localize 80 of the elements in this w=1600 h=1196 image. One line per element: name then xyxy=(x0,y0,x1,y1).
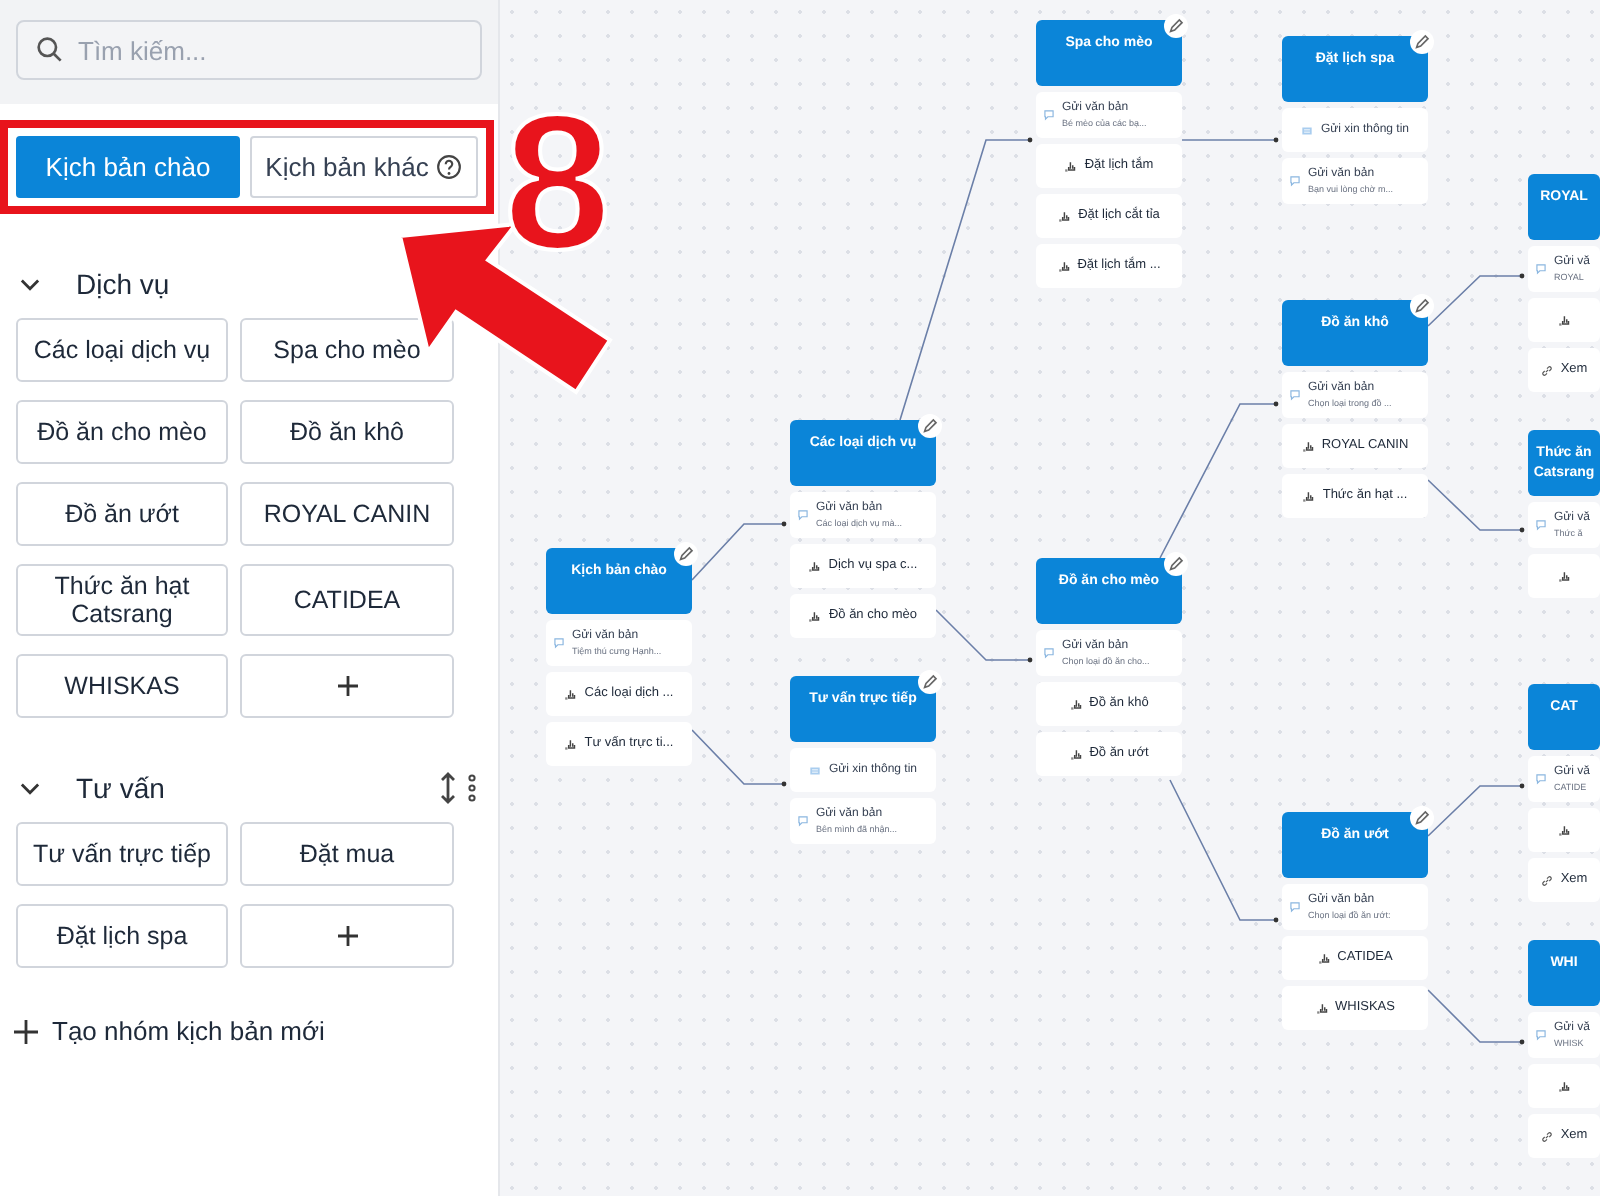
link-icon xyxy=(1540,873,1555,887)
chat-icon xyxy=(796,814,810,828)
script-button[interactable]: Tư vấn trực tiếp xyxy=(16,822,228,886)
click-icon xyxy=(808,559,823,573)
script-button[interactable]: CATIDEA xyxy=(240,564,454,636)
tab[interactable]: Kịch bản chào xyxy=(16,136,240,198)
edit-icon[interactable] xyxy=(674,542,698,566)
tab[interactable]: Kịch bản khác xyxy=(250,136,478,198)
click-icon xyxy=(1057,259,1072,273)
form-icon xyxy=(1300,123,1315,137)
more-icon[interactable] xyxy=(466,774,478,802)
click-icon xyxy=(1557,823,1571,837)
connector-line xyxy=(935,609,1033,663)
chat-icon xyxy=(1288,900,1302,914)
connector-line xyxy=(1427,273,1525,327)
connector-line xyxy=(1427,479,1525,533)
annotation-number: 8 xyxy=(504,88,611,280)
edit-icon[interactable] xyxy=(918,414,942,438)
node-row[interactable] xyxy=(1528,1064,1600,1108)
click-icon xyxy=(808,609,823,623)
chat-icon xyxy=(552,636,566,650)
script-button[interactable]: Spa cho mèo xyxy=(240,318,454,382)
edit-icon[interactable] xyxy=(1410,30,1434,54)
script-button[interactable]: Đặt lịch spa xyxy=(16,904,228,968)
click-icon xyxy=(1315,1001,1329,1015)
group-title: Dịch vụ xyxy=(76,265,172,303)
click-icon xyxy=(1069,697,1084,711)
connector-line xyxy=(691,729,787,787)
chat-icon xyxy=(1534,1028,1548,1042)
plus-icon xyxy=(335,674,359,698)
new-group-link[interactable]: Tạo nhóm kịch bản mới xyxy=(0,1012,498,1051)
script-button[interactable]: Đồ ăn cho mèo xyxy=(16,400,228,464)
search-icon xyxy=(34,34,66,66)
click-icon xyxy=(1058,209,1073,223)
connector-line xyxy=(1181,137,1279,143)
script-button[interactable]: Thức ăn hạt Catsrang xyxy=(16,564,228,636)
script-button[interactable]: Đồ ăn ướt xyxy=(16,482,228,546)
edit-icon[interactable] xyxy=(1164,14,1188,38)
click-icon xyxy=(1317,951,1332,965)
edit-icon[interactable] xyxy=(918,670,942,694)
edit-icon[interactable] xyxy=(1410,294,1434,318)
edit-icon[interactable] xyxy=(1164,552,1188,576)
click-icon xyxy=(564,687,579,701)
node-row[interactable] xyxy=(1528,808,1600,852)
connector-line xyxy=(691,521,787,581)
node-row[interactable] xyxy=(1528,298,1600,342)
click-icon xyxy=(1069,747,1084,761)
connector-line xyxy=(1169,779,1279,923)
connector-line xyxy=(1427,989,1525,1045)
script-button[interactable]: Đồ ăn khô xyxy=(240,400,454,464)
chat-icon xyxy=(1534,262,1548,276)
script-button[interactable]: WHISKAS xyxy=(16,654,228,718)
click-icon xyxy=(1302,489,1317,503)
chat-icon xyxy=(1288,388,1302,402)
chat-icon xyxy=(1042,108,1056,122)
search-field[interactable]: Tìm kiếm... xyxy=(16,20,482,80)
script-button[interactable]: Đặt mua xyxy=(240,822,454,886)
plus-icon xyxy=(14,1019,38,1044)
chat-icon xyxy=(1288,174,1302,188)
chat-icon xyxy=(796,508,810,522)
script-button[interactable]: Các loại dịch vụ xyxy=(16,318,228,382)
script-button[interactable]: ROYAL CANIN xyxy=(240,482,454,546)
click-icon xyxy=(1301,439,1316,453)
click-icon xyxy=(1557,1079,1571,1093)
connector-line xyxy=(1427,783,1525,837)
click-icon xyxy=(1557,313,1571,327)
link-icon xyxy=(1540,1129,1555,1143)
edit-icon[interactable] xyxy=(1410,806,1434,830)
chat-icon xyxy=(1534,772,1548,786)
sort-icon[interactable] xyxy=(438,772,458,804)
click-icon xyxy=(1557,569,1571,583)
chat-icon xyxy=(1534,518,1548,532)
click-icon xyxy=(1064,159,1079,173)
chat-icon xyxy=(1042,646,1056,660)
group-title: Tư vấn xyxy=(76,769,167,807)
plus-icon xyxy=(335,924,359,948)
click-icon xyxy=(564,737,579,751)
node-row[interactable] xyxy=(1528,554,1600,598)
form-icon xyxy=(808,763,823,777)
link-icon xyxy=(1540,363,1555,377)
